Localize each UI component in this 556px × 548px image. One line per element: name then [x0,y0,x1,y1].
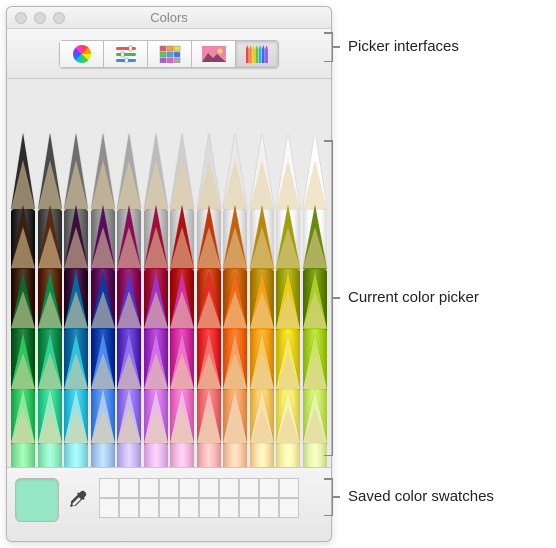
callout-saved-swatches: Saved color swatches [348,488,494,505]
pencil-color[interactable] [276,389,300,467]
pencil-color[interactable] [11,389,35,467]
image-icon [202,46,226,62]
palette-icon [159,45,181,63]
current-color-well[interactable] [15,478,59,522]
window-titlebar: Colors [7,7,331,29]
leader-line [332,46,340,48]
swatch-cell[interactable] [119,478,139,498]
picker-tab-color-wheel[interactable] [59,40,103,68]
pencil-color[interactable] [144,389,168,467]
swatch-cell[interactable] [99,498,119,518]
bottom-bar [7,467,331,541]
swatch-cell[interactable] [199,478,219,498]
leader-line [332,496,340,498]
pencils-icon [245,45,269,63]
swatch-cell[interactable] [179,478,199,498]
picker-toolbar [7,29,331,79]
minimize-window-button[interactable] [34,12,46,24]
callout-current-picker: Current color picker [348,289,479,306]
pencil-color[interactable] [117,389,141,467]
colors-window: Colors [6,6,332,542]
pencil-color[interactable] [250,389,274,467]
swatch-cell[interactable] [179,498,199,518]
window-controls [7,12,65,24]
pencil-color[interactable] [38,389,62,467]
swatch-cell[interactable] [279,478,299,498]
swatch-cell[interactable] [239,478,259,498]
swatch-cell[interactable] [279,498,299,518]
swatch-cell[interactable] [219,478,239,498]
swatch-cell[interactable] [259,478,279,498]
swatch-cell[interactable] [139,478,159,498]
swatch-cell[interactable] [119,498,139,518]
swatch-cell[interactable] [219,498,239,518]
swatch-cell[interactable] [159,498,179,518]
pencil-color[interactable] [91,389,115,467]
pencil-color[interactable] [170,389,194,467]
close-window-button[interactable] [15,12,27,24]
picker-tab-image-palettes[interactable] [191,40,235,68]
swatch-cell[interactable] [159,478,179,498]
pencil-color[interactable] [223,389,247,467]
callout-picker-interfaces: Picker interfaces [348,38,459,55]
pencil-rows [7,133,331,467]
swatch-cell[interactable] [239,498,259,518]
swatch-cell[interactable] [99,478,119,498]
picker-tab-color-sliders[interactable] [103,40,147,68]
leader-line [332,297,340,299]
color-wheel-icon [72,44,92,64]
pencil-row [7,389,331,467]
picker-tab-pencils[interactable] [235,40,279,68]
sliders-icon [115,45,137,63]
picker-tab-color-palettes[interactable] [147,40,191,68]
swatch-cell[interactable] [199,498,219,518]
eyedropper-button[interactable] [67,488,91,512]
saved-swatches-grid [99,478,299,518]
zoom-window-button[interactable] [53,12,65,24]
eyedropper-icon [69,490,89,510]
pencil-color[interactable] [197,389,221,467]
pencil-color[interactable] [64,389,88,467]
swatch-cell[interactable] [139,498,159,518]
pencil-picker-area [7,79,331,467]
swatch-cell[interactable] [259,498,279,518]
picker-tabs [59,40,279,68]
